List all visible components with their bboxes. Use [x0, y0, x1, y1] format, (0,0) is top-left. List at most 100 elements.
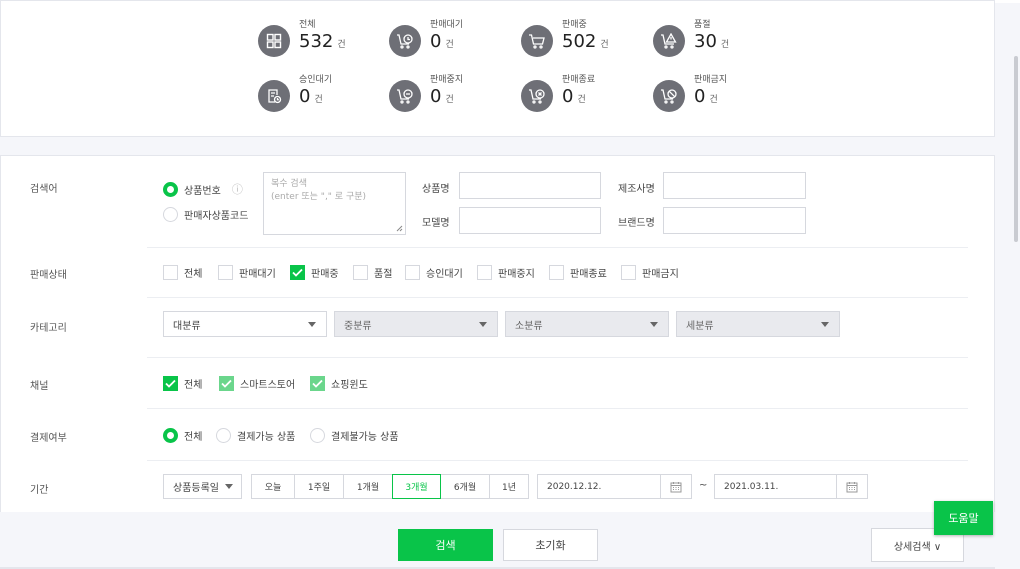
grid-icon [258, 25, 290, 57]
select-value: 대분류 [173, 320, 201, 332]
checkbox-label: 전체 [184, 269, 203, 280]
status-on-sale-checkbox[interactable]: 판매중 [290, 265, 339, 280]
period-1month-button[interactable]: 1개월 [343, 474, 393, 499]
category-large-select[interactable]: 대분류 [163, 311, 327, 337]
end-date-input[interactable]: 2021.03.11. [714, 474, 837, 499]
radio-label: 상품번호 [184, 185, 221, 197]
summary-unit: 건 [720, 40, 730, 50]
info-icon[interactable]: ⓘ [232, 181, 243, 197]
summary-suspended[interactable]: 판매중지 0 건 [389, 74, 463, 112]
period-1year-button[interactable]: 1년 [489, 474, 529, 499]
payment-impossible-radio[interactable]: 결제불가능 상품 [310, 428, 399, 443]
checkbox-label: 쇼핑윈도 [331, 380, 368, 391]
status-suspended-checkbox[interactable]: 판매중지 [477, 265, 535, 280]
help-button[interactable]: 도움말 [934, 501, 993, 535]
status-ended-checkbox[interactable]: 판매종료 [549, 265, 607, 280]
channel-smartstore-checkbox[interactable]: 스마트스토어 [219, 376, 295, 391]
checkbox-box [477, 265, 492, 280]
summary-prohibited[interactable]: 판매금지 0 건 [653, 74, 727, 112]
resize-handle-icon[interactable] [396, 225, 403, 232]
status-sold-out-checkbox[interactable]: 품절 [353, 265, 392, 280]
radio-dot [163, 181, 178, 197]
channel-shoppingwindow-checkbox[interactable]: 쇼핑윈도 [310, 376, 368, 391]
payment-all-radio[interactable]: 전체 [163, 428, 202, 443]
summary-count: 0 [299, 86, 311, 107]
row-divider [147, 357, 968, 358]
checkbox-box [218, 265, 233, 280]
channel-label: 채널 [30, 381, 49, 392]
search-label: 검색어 [30, 184, 58, 195]
manufacturer-input[interactable] [663, 172, 806, 199]
chevron-down-icon [308, 322, 316, 327]
period-6month-button[interactable]: 6개월 [440, 474, 490, 499]
checkbox-label: 판매중 [311, 269, 339, 280]
calendar-icon[interactable] [660, 474, 692, 499]
radio-seller-code[interactable]: 판매자상품코드 [163, 207, 248, 222]
date-range-separator: ~ [699, 480, 708, 491]
summary-label: 판매중 [562, 20, 587, 30]
row-divider [147, 408, 968, 409]
period-type-select[interactable]: 상품등록일 [163, 474, 242, 499]
calendar-icon[interactable] [836, 474, 868, 499]
status-all-checkbox[interactable]: 전체 [163, 265, 202, 280]
payment-possible-radio[interactable]: 결제가능 상품 [216, 428, 295, 443]
category-small-select[interactable]: 소분류 [505, 311, 669, 337]
summary-label: 판매금지 [694, 75, 728, 85]
chevron-down-icon [821, 322, 829, 327]
status-waiting-checkbox[interactable]: 판매대기 [218, 265, 276, 280]
summary-label: 판매대기 [430, 20, 464, 30]
chevron-down-icon [650, 322, 658, 327]
start-date-input[interactable]: 2020.12.12. [537, 474, 661, 499]
status-prohibited-checkbox[interactable]: 판매금지 [621, 265, 679, 280]
period-3month-button[interactable]: 3개월 [392, 474, 441, 499]
brand-label: 브랜드명 [618, 218, 655, 229]
radio-label: 결제가능 상품 [237, 432, 296, 443]
radio-dot [216, 428, 231, 443]
category-medium-select[interactable]: 중분류 [334, 311, 498, 337]
reset-button[interactable]: 초기화 [503, 529, 598, 561]
category-detail-select[interactable]: 세분류 [676, 311, 840, 337]
row-divider [147, 247, 968, 248]
scrollbar[interactable] [1014, 56, 1018, 242]
search-button[interactable]: 검색 [398, 529, 493, 561]
summary-all[interactable]: 전체 532 건 [258, 19, 346, 57]
summary-sold-out[interactable]: 품절 30 건 [653, 19, 729, 57]
summary-count: 502 [562, 31, 597, 52]
period-1week-button[interactable]: 1주일 [294, 474, 344, 499]
checkbox-box [405, 265, 420, 280]
summary-on-sale[interactable]: 판매중 502 건 [521, 19, 609, 57]
checkbox-label: 판매중지 [498, 269, 535, 280]
product-summary-panel: 전체 532 건 판매대기 0 건 판매중 502 건 품절 30 건 승인대기 0 건 판매중지 0… [0, 0, 995, 137]
model-input[interactable] [459, 207, 601, 234]
radio-product-no[interactable]: 상품번호 ⓘ [163, 181, 243, 197]
summary-ended[interactable]: 판매종료 0 건 [521, 74, 595, 112]
summary-approval-waiting[interactable]: 승인대기 0 건 [258, 74, 332, 112]
checkbox-label: 스마트스토어 [240, 380, 296, 391]
radio-label: 판매자상품코드 [184, 211, 249, 222]
radio-label: 결제불가능 상품 [331, 432, 399, 443]
checkbox-label: 판매종료 [570, 269, 607, 280]
payment-label: 결제여부 [30, 433, 67, 444]
chevron-down-icon [479, 322, 487, 327]
summary-unit: 건 [600, 40, 609, 50]
summary-label: 판매중지 [430, 75, 464, 85]
cart-x-icon [521, 80, 553, 112]
checkbox-box [621, 265, 636, 280]
summary-label: 승인대기 [299, 75, 333, 85]
check-icon [310, 376, 325, 391]
summary-unit: 건 [577, 95, 586, 105]
radio-label: 전체 [184, 432, 203, 443]
checkbox-box [353, 265, 368, 280]
manufacturer-label: 제조사명 [618, 184, 655, 195]
select-value: 상품등록일 [173, 483, 219, 494]
channel-all-checkbox[interactable]: 전체 [163, 376, 202, 391]
status-approval-checkbox[interactable]: 승인대기 [405, 265, 463, 280]
summary-unit: 건 [337, 40, 346, 50]
multi-search-textarea[interactable]: 복수 검색 (enter 또는 "," 로 구분) [263, 172, 406, 235]
brand-input[interactable] [663, 207, 806, 234]
checkbox-box [163, 265, 178, 280]
select-value: 중분류 [344, 320, 372, 332]
product-name-input[interactable] [459, 172, 601, 199]
summary-waiting[interactable]: 판매대기 0 건 [389, 19, 463, 57]
period-today-button[interactable]: 오늘 [251, 474, 295, 499]
